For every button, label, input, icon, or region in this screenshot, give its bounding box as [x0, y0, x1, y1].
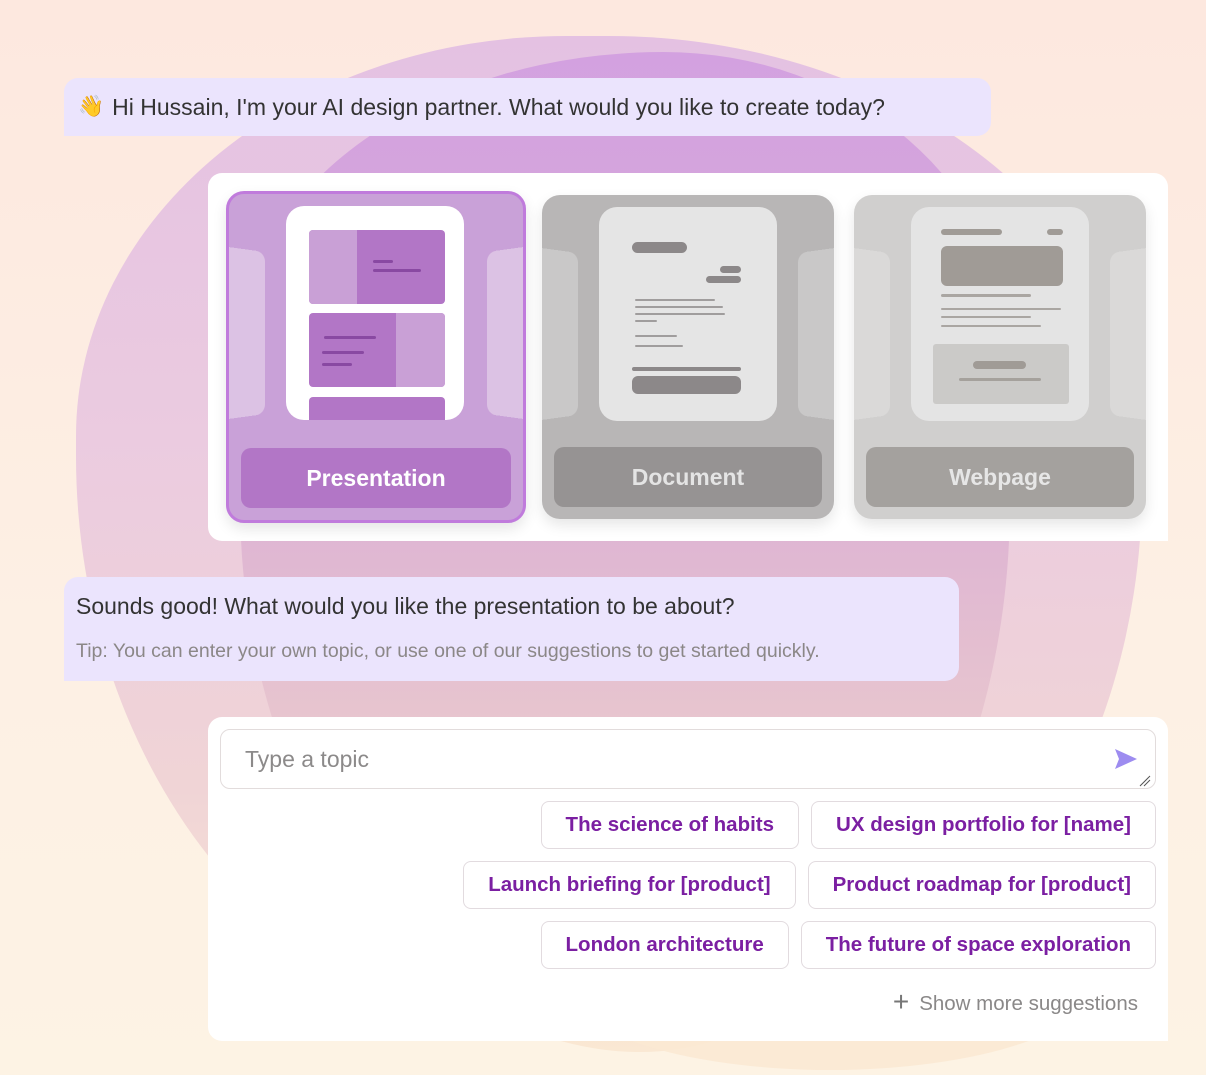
- suggestion-chip[interactable]: London architecture: [540, 921, 789, 969]
- option-label: Presentation: [241, 448, 511, 508]
- presentation-preview-icon: [286, 206, 464, 420]
- option-label: Document: [554, 447, 822, 507]
- suggestion-row: The science of habits UX design portfoli…: [220, 801, 1156, 849]
- show-more-suggestions-button[interactable]: + Show more suggestions: [892, 986, 1138, 1017]
- slide-thumbnail: [309, 313, 445, 387]
- greeting-bubble: 👋 Hi Hussain, I'm your AI design partner…: [64, 78, 991, 136]
- waving-hand-icon: 👋: [78, 95, 105, 118]
- option-presentation[interactable]: Presentation: [226, 191, 526, 523]
- suggestion-row: Launch briefing for [product] Product ro…: [220, 861, 1156, 909]
- webpage-preview-icon: [911, 207, 1089, 421]
- content-type-picker: Presentation Document Webpage: [208, 173, 1168, 541]
- slide-thumbnail: [309, 230, 445, 304]
- slide-thumbnail: [309, 397, 445, 420]
- greeting-text: Hi Hussain, I'm your AI design partner. …: [112, 93, 885, 120]
- suggestion-chip[interactable]: Launch briefing for [product]: [463, 861, 796, 909]
- show-more-label: Show more suggestions: [919, 991, 1138, 1015]
- followup-question: Sounds good! What would you like the pre…: [76, 593, 735, 619]
- suggestion-chip[interactable]: The future of space exploration: [800, 921, 1156, 969]
- option-webpage[interactable]: Webpage: [854, 195, 1146, 519]
- option-document[interactable]: Document: [542, 195, 834, 519]
- option-label: Webpage: [866, 447, 1134, 507]
- suggestion-chip[interactable]: The science of habits: [540, 801, 800, 849]
- side-panel: [486, 245, 523, 421]
- suggestion-row: London architecture The future of space …: [220, 921, 1156, 969]
- document-preview-icon: [599, 207, 777, 421]
- topic-composer: The science of habits UX design portfoli…: [208, 717, 1168, 1041]
- suggestion-chip[interactable]: Product roadmap for [product]: [807, 861, 1156, 909]
- side-panel: [854, 246, 891, 422]
- followup-bubble: Sounds good! What would you like the pre…: [64, 577, 959, 681]
- side-panel: [797, 246, 834, 422]
- side-panel: [542, 246, 579, 422]
- suggestion-list: The science of habits UX design portfoli…: [220, 801, 1156, 981]
- plus-icon: +: [892, 986, 910, 1017]
- resize-handle-icon[interactable]: [1139, 774, 1151, 787]
- send-icon[interactable]: [1112, 747, 1140, 771]
- followup-tip: Tip: You can enter your own topic, or us…: [76, 640, 820, 662]
- suggestion-chip[interactable]: UX design portfolio for [name]: [811, 801, 1156, 849]
- topic-input[interactable]: [220, 729, 1156, 789]
- side-panel: [1109, 246, 1146, 422]
- side-panel: [229, 245, 266, 421]
